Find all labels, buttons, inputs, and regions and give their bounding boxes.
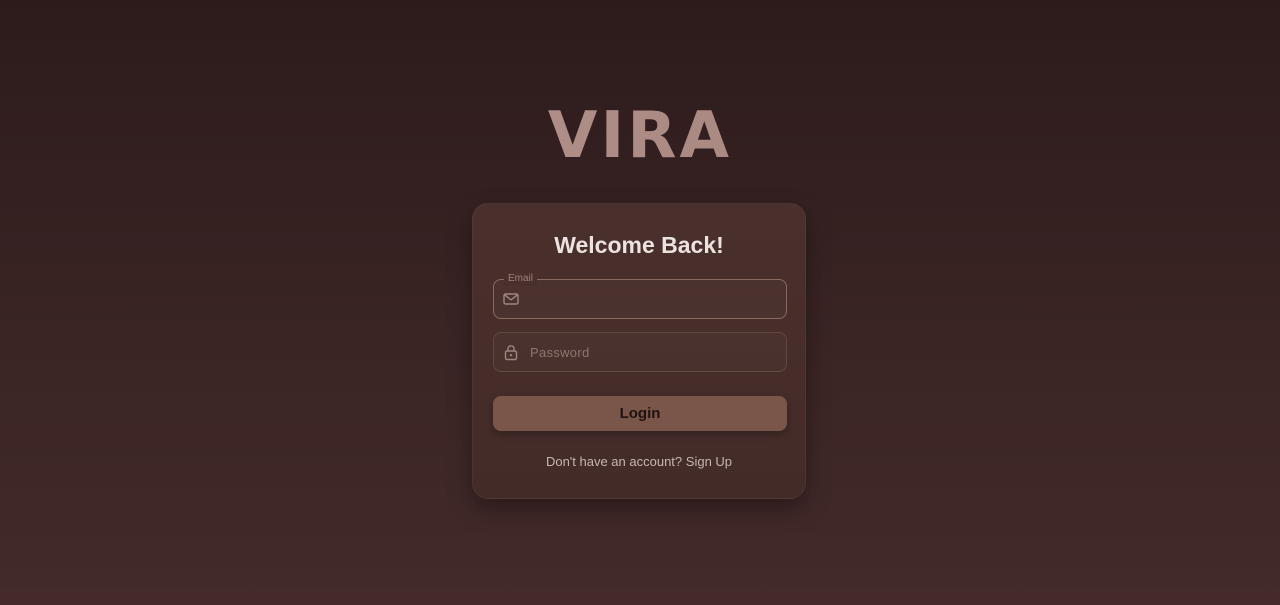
mail-icon: [503, 293, 519, 305]
brand-logo: VIRA: [0, 100, 1280, 172]
lock-icon: [504, 345, 518, 361]
login-title: Welcome Back!: [554, 232, 724, 258]
password-input[interactable]: [530, 333, 780, 371]
password-field[interactable]: [493, 332, 787, 372]
signup-prompt-text: Don't have an account?: [545, 454, 683, 469]
login-card: Welcome Back! Email Login Don't have an …: [472, 203, 806, 499]
email-input[interactable]: [530, 280, 780, 318]
signup-prompt-line: Don't have an account? Sign Up: [473, 454, 805, 469]
signup-link[interactable]: Sign Up: [686, 454, 732, 469]
login-button[interactable]: Login: [493, 396, 787, 431]
email-field[interactable]: Email: [493, 272, 787, 319]
